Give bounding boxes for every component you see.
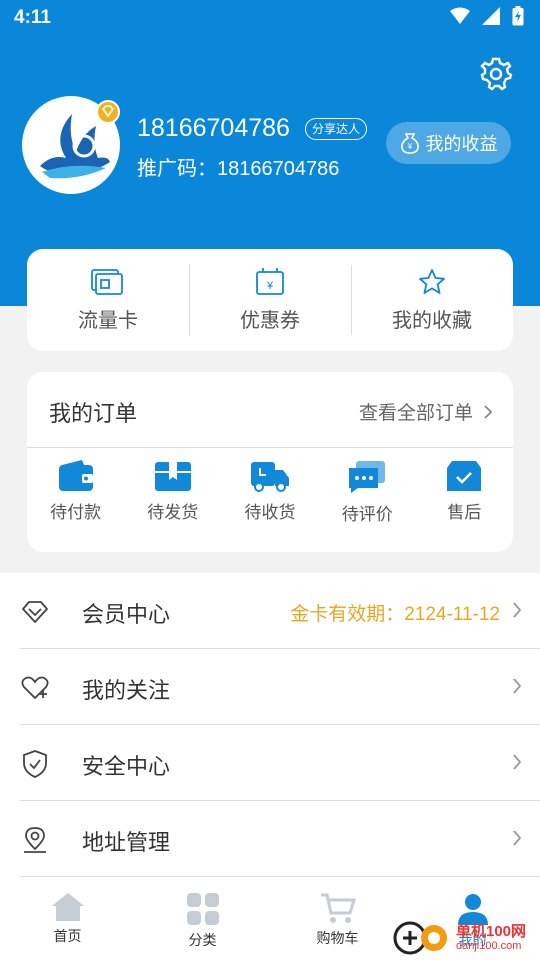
package-icon <box>154 462 191 491</box>
order-label: 待收货 <box>244 503 296 522</box>
chevron-right-icon <box>484 404 493 419</box>
money-bag-icon: ¥ <box>400 133 419 154</box>
view-all-label: 查看全部订单 <box>358 403 473 424</box>
tab-label: 首页 <box>53 928 82 944</box>
quick-item-favorites[interactable]: 我的收藏 <box>351 249 513 351</box>
order-label: 售后 <box>447 503 482 522</box>
order-label: 待付款 <box>50 503 102 522</box>
earnings-label: 我的收益 <box>425 134 498 154</box>
watermark-text: 单机100网 <box>456 923 527 940</box>
tab-label: 分类 <box>188 932 217 948</box>
quick-actions-card: 流量卡 ¥ 优惠券 我的收藏 <box>27 249 513 351</box>
watermark-text-block: 单机100网 danji100.com <box>456 923 527 953</box>
promo-value: 18166704786 <box>217 158 340 180</box>
order-item-after-sale[interactable]: 售后 <box>416 460 513 540</box>
tab-category[interactable]: 分类 <box>135 878 270 960</box>
menu-row-member-center[interactable]: 会员中心 金卡有效期：2124-11-12 <box>20 573 540 649</box>
settings-menu: 会员中心 金卡有效期：2124-11-12 我的关注 安全中心 地址管理 <box>0 573 540 878</box>
star-icon <box>419 268 445 294</box>
menu-row-security[interactable]: 安全中心 <box>20 725 540 801</box>
wifi-icon <box>450 7 470 24</box>
order-item-pending-review[interactable]: 待评价 <box>319 460 416 540</box>
svg-text:¥: ¥ <box>406 142 412 151</box>
orders-title: 我的订单 <box>49 401 138 426</box>
quick-label: 流量卡 <box>78 309 138 332</box>
watermark-sub: danji100.com <box>456 940 522 952</box>
menu-label: 会员中心 <box>82 602 171 627</box>
sim-card-icon <box>91 268 123 295</box>
order-item-pending-shipment[interactable]: 待发货 <box>124 460 221 540</box>
menu-label: 安全中心 <box>82 754 171 779</box>
status-icons <box>450 6 524 26</box>
order-item-pending-receipt[interactable]: 待收货 <box>221 460 318 540</box>
tab-label: 购物车 <box>316 930 359 946</box>
after-sale-icon <box>447 461 482 491</box>
chat-icon <box>349 461 386 493</box>
cart-icon <box>320 893 356 923</box>
tab-cart[interactable]: 购物车 <box>270 878 405 960</box>
truck-icon <box>251 462 289 492</box>
chevron-right-icon <box>513 830 522 846</box>
chevron-right-icon <box>513 602 522 618</box>
battery-icon <box>512 6 524 26</box>
quick-label: 优惠券 <box>240 309 300 332</box>
quick-item-sim-card[interactable]: 流量卡 <box>27 249 189 351</box>
order-item-pending-payment[interactable]: 待付款 <box>27 460 124 540</box>
earnings-button[interactable]: ¥ 我的收益 <box>386 122 511 164</box>
status-time: 4:11 <box>14 7 51 28</box>
diamond-icon <box>22 601 48 623</box>
watermark-logo-icon <box>393 921 447 955</box>
watermark: 单机100网 danji100.com <box>392 916 538 960</box>
orders-card: 我的订单 查看全部订单 待付款 待发货 待收货 待评价 售后 <box>27 372 513 552</box>
gold-card-expiry: 金卡有效期：2124-11-12 <box>290 604 500 625</box>
svg-text:¥: ¥ <box>266 280 274 292</box>
menu-row-address[interactable]: 地址管理 <box>20 801 540 877</box>
order-status-row: 待付款 待发货 待收货 待评价 售后 <box>27 460 513 540</box>
signal-icon <box>482 7 500 25</box>
promo-code: 推广码：18166704786 <box>137 152 339 181</box>
menu-label: 我的关注 <box>82 678 171 703</box>
shield-check-icon <box>23 750 47 778</box>
username: 18166704786 <box>137 114 290 142</box>
chevron-right-icon <box>513 678 522 694</box>
menu-label: 地址管理 <box>82 830 171 855</box>
status-bar: 4:11 <box>0 0 540 36</box>
heart-plus-icon <box>21 676 49 700</box>
orders-header: 我的订单 查看全部订单 <box>27 372 513 448</box>
wallet-icon <box>58 460 93 491</box>
quick-label: 我的收藏 <box>392 309 472 332</box>
tab-home[interactable]: 首页 <box>0 878 135 960</box>
view-all-orders-link[interactable]: 查看全部订单 <box>359 398 493 425</box>
order-label: 待发货 <box>147 503 199 522</box>
promo-label: 推广码： <box>137 158 217 180</box>
order-label: 待评价 <box>341 505 393 524</box>
menu-row-following[interactable]: 我的关注 <box>20 649 540 725</box>
settings-gear-icon[interactable] <box>478 56 514 92</box>
coupon-icon: ¥ <box>256 267 284 295</box>
home-icon <box>51 893 84 921</box>
vip-diamond-icon <box>96 100 120 124</box>
location-icon <box>24 827 46 853</box>
grid-icon <box>186 893 219 925</box>
chevron-right-icon <box>513 754 522 770</box>
share-badge: 分享达人 <box>305 118 368 140</box>
quick-item-coupon[interactable]: ¥ 优惠券 <box>189 249 351 351</box>
